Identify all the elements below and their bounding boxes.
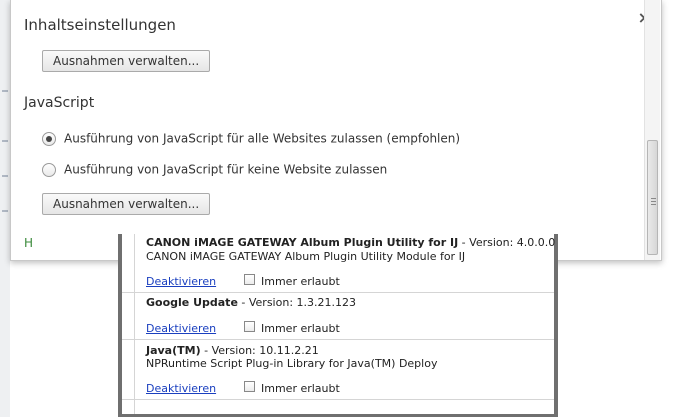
background-mark (2, 140, 8, 142)
background-mark (2, 90, 8, 92)
plugin-item-google-update: Google Update - Version: 1.3.21.123 Deak… (122, 293, 554, 340)
background-mark (2, 210, 8, 212)
content-settings-dialog: Inhaltseinstellungen × Ausnahmen verwalt… (10, 0, 662, 261)
scrollbar-grip (651, 204, 656, 205)
always-allowed-label: Immer erlaubt (261, 275, 340, 288)
manage-exceptions-button-top[interactable]: Ausnahmen verwalten... (42, 50, 211, 72)
plugin-header: Java(TM) - Version: 10.11.2.21 (146, 344, 319, 357)
plugin-version: - Version: 1.3.21.123 (237, 296, 357, 309)
next-section-title-partial: H (24, 236, 34, 250)
plugin-description: NPRuntime Script Plug-in Library for Jav… (146, 357, 438, 370)
plugin-item-canon: CANON iMAGE GATEWAY Album Plugin Utility… (122, 234, 555, 293)
plugin-description: CANON iMAGE GATEWAY Album Plugin Utility… (146, 250, 466, 263)
always-allowed-checkbox[interactable] (244, 274, 255, 285)
plugin-version: - Version: 10.11.2.21 (200, 344, 319, 357)
always-allowed-checkbox[interactable] (244, 321, 255, 332)
scrollbar-thumb[interactable] (647, 140, 658, 255)
deactivate-link[interactable]: Deaktivieren (146, 322, 216, 335)
plugin-header: Google Update - Version: 1.3.21.123 (146, 296, 356, 309)
scrollbar-grip (651, 201, 656, 202)
always-allowed-checkbox[interactable] (244, 381, 255, 392)
plugin-version: - Version: 4.0.0.0 (458, 236, 556, 249)
plugin-item-java: Java(TM) - Version: 10.11.2.21 NPRuntime… (122, 340, 554, 400)
deactivate-link[interactable]: Deaktivieren (146, 275, 216, 288)
background-page-edge (0, 0, 10, 417)
always-allowed-label: Immer erlaubt (261, 382, 340, 395)
radio-label: Ausführung von JavaScript für keine Webs… (64, 162, 388, 177)
scrollbar-grip (651, 198, 656, 199)
radio-block-javascript[interactable] (42, 162, 56, 177)
plugin-name: CANON iMAGE GATEWAY Album Plugin Utility… (146, 236, 459, 249)
manage-exceptions-button-javascript[interactable]: Ausnahmen verwalten... (42, 193, 211, 215)
radio-label: Ausführung von JavaScript für alle Websi… (64, 131, 461, 146)
plugin-name: Google Update (146, 296, 238, 309)
javascript-block-option[interactable]: Ausführung von JavaScript für keine Webs… (42, 162, 387, 177)
always-allowed-label: Immer erlaubt (261, 322, 340, 335)
radio-allow-javascript[interactable] (42, 131, 56, 146)
javascript-section-title: JavaScript (24, 95, 95, 111)
background-mark (2, 175, 8, 177)
javascript-allow-option[interactable]: Ausführung von JavaScript für alle Websi… (42, 131, 460, 146)
plugin-header: CANON iMAGE GATEWAY Album Plugin Utility… (146, 236, 555, 249)
dialog-title: Inhaltseinstellungen (24, 16, 176, 34)
plugins-panel: CANON iMAGE GATEWAY Album Plugin Utility… (118, 234, 558, 417)
plugin-name: Java(TM) (146, 344, 201, 357)
dialog-scrollbar[interactable] (644, 0, 660, 260)
deactivate-link[interactable]: Deaktivieren (146, 382, 216, 395)
